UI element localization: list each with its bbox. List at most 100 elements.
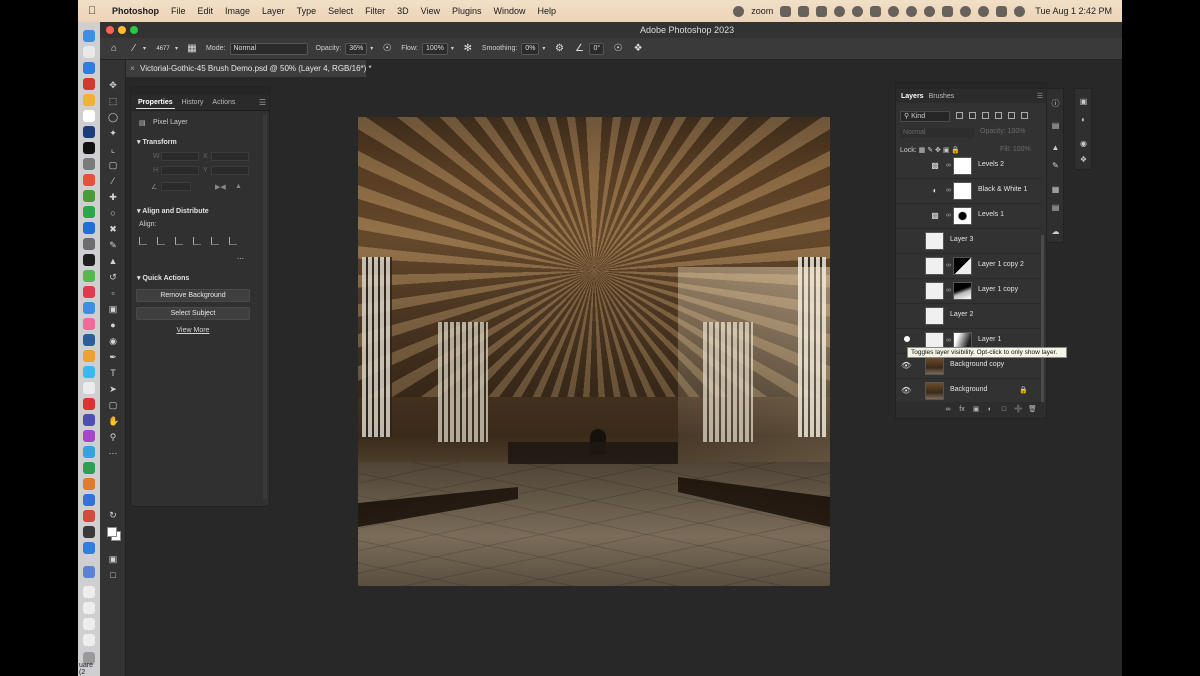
app-icon-red-3[interactable] — [83, 510, 95, 522]
path-selection-tool-icon[interactable]: ➤ — [108, 384, 118, 394]
layer-name[interactable]: Background copy — [950, 361, 1004, 368]
layer-thumbnail[interactable] — [925, 382, 944, 400]
filter-toggle-icon[interactable] — [1021, 112, 1028, 119]
app-icon-indigo[interactable] — [83, 414, 95, 426]
type-tool-icon[interactable]: T — [108, 368, 118, 378]
paths-icon[interactable]: ❖ — [1079, 155, 1088, 164]
document-canvas-image[interactable] — [358, 117, 830, 586]
spotlight-search-icon[interactable] — [978, 5, 990, 17]
photoshop-icon[interactable] — [83, 126, 95, 138]
menu-image[interactable]: Image — [225, 6, 250, 16]
terminal-icon[interactable] — [83, 142, 95, 154]
info-icon[interactable]: ⓘ — [1051, 99, 1060, 108]
bluetooth-icon[interactable] — [870, 5, 882, 17]
app-icon-red-2[interactable] — [83, 398, 95, 410]
app-icon-gray[interactable] — [83, 158, 95, 170]
facetime-icon[interactable] — [83, 206, 95, 218]
cloud-panel-icon[interactable]: ☁ — [1051, 227, 1060, 236]
status-icon[interactable] — [852, 5, 864, 17]
menu-file[interactable]: File — [171, 6, 186, 16]
screen-mode-icon[interactable]: □ — [108, 570, 118, 580]
spot-healing-tool-icon[interactable]: ✚ — [108, 192, 118, 202]
hand-tool-icon[interactable]: ✋ — [108, 416, 119, 426]
foreground-color-swatch[interactable] — [107, 527, 117, 537]
layer-row-layer-1-copy[interactable]: ∞ Layer 1 copy — [896, 278, 1042, 302]
quick-actions-section-title[interactable]: ▾ Quick Actions — [137, 274, 189, 282]
angle-field[interactable]: 0° — [589, 42, 605, 55]
libraries-icon[interactable]: ▣ — [1079, 97, 1088, 106]
select-subject-button[interactable]: Select Subject — [136, 307, 250, 320]
pressure-size-icon[interactable]: ☉ — [612, 43, 624, 55]
app-icon-green[interactable] — [83, 270, 95, 282]
align-right-icon[interactable] — [175, 237, 183, 245]
brush-tool-icon[interactable]: ⁄ — [128, 43, 140, 55]
tool-preset-chevron-down-icon[interactable]: ▾ — [143, 45, 146, 52]
align-bottom-icon[interactable] — [229, 237, 237, 245]
battery-icon[interactable] — [942, 5, 954, 17]
align-center-icon[interactable] — [157, 237, 165, 245]
app-icon-orange[interactable] — [83, 174, 95, 186]
layer-name[interactable]: Background — [950, 386, 987, 393]
pressure-opacity-icon[interactable]: ☉ — [381, 43, 393, 55]
app-icon-folder[interactable] — [83, 566, 95, 578]
smoothing-field[interactable]: 0% — [521, 42, 540, 55]
creative-cloud-icon[interactable] — [834, 5, 846, 17]
layer-name[interactable]: Black & White 1 — [978, 186, 1027, 193]
pages-icon[interactable] — [83, 478, 95, 490]
quick-select-tool-icon[interactable]: ✦ — [108, 128, 118, 138]
adjustments-icon[interactable]: ◐ — [1079, 115, 1088, 124]
notes-icon[interactable] — [83, 350, 95, 362]
visibility-eye-icon[interactable]: 👁 — [901, 361, 911, 371]
notes-icon[interactable]: ▤ — [1051, 203, 1060, 212]
clone-source-icon[interactable]: ▲ — [1051, 143, 1060, 152]
app-icon-dark[interactable] — [83, 254, 95, 266]
move-tool-icon[interactable]: ✥ — [108, 80, 118, 90]
notification-icon[interactable] — [780, 5, 792, 17]
shape-tool-icon[interactable]: ▢ — [108, 400, 118, 410]
flow-field[interactable]: 100% — [421, 42, 448, 55]
zoom-app-icon[interactable] — [83, 542, 95, 554]
menubar-clock[interactable]: Tue Aug 1 2:42 PM — [1035, 6, 1112, 16]
height-field[interactable] — [161, 166, 199, 175]
view-more-link[interactable]: View More — [131, 327, 255, 334]
dodge-tool-icon[interactable]: ◉ — [108, 336, 118, 346]
pen-tool-icon[interactable]: ✒ — [108, 352, 118, 362]
quick-mask-icon[interactable]: ▣ — [108, 554, 118, 564]
smoothing-gear-icon[interactable]: ⚙ — [553, 43, 565, 55]
app-icon-blue[interactable] — [83, 446, 95, 458]
menu-window[interactable]: Window — [494, 6, 526, 16]
layers-menu-icon[interactable]: ☰ — [1037, 92, 1043, 100]
frame-tool-icon[interactable]: ▢ — [108, 160, 118, 170]
screen-mirror-icon[interactable] — [798, 5, 810, 17]
layer-fill[interactable]: Fill: 100% — [1000, 146, 1031, 153]
brush-settings-panel-icon[interactable]: ✎ — [1051, 161, 1060, 170]
group-folder-icon[interactable]: □ — [1000, 406, 1008, 414]
document-icon-3[interactable] — [83, 618, 95, 630]
layer-mask-thumbnail[interactable] — [953, 182, 972, 200]
remove-background-button[interactable]: Remove Background — [136, 289, 250, 302]
layer-row-background[interactable]: 👁 Background 🔒 — [896, 378, 1042, 402]
link-icon[interactable]: ∞ — [946, 337, 951, 344]
menu-help[interactable]: Help — [538, 6, 557, 16]
more-options-icon[interactable]: ⋯ — [237, 255, 244, 263]
layer-thumbnail[interactable] — [925, 307, 944, 325]
adjustment-layer-icon[interactable]: ◐ — [986, 406, 994, 414]
layer-thumbnail[interactable] — [925, 257, 944, 275]
tab-properties[interactable]: Properties — [136, 97, 175, 109]
glyphs-icon[interactable]: ▦ — [1051, 185, 1060, 194]
link-icon[interactable]: ∞ — [946, 287, 951, 294]
zoom-tool-icon[interactable]: ⚲ — [108, 432, 118, 442]
menu-select[interactable]: Select — [328, 6, 353, 16]
brush-tool-icon[interactable]: ✎ — [108, 240, 118, 250]
menu-plugins[interactable]: Plugins — [452, 6, 482, 16]
safari-icon[interactable] — [83, 62, 95, 74]
mode-select[interactable]: Normal — [229, 42, 308, 55]
brush-size-preset[interactable]: 4677 — [154, 43, 172, 55]
layer-row-levels-2[interactable]: ▩ ∞ Levels 2 — [896, 157, 1042, 177]
align-middle-icon[interactable] — [211, 237, 219, 245]
menu-view[interactable]: View — [421, 6, 440, 16]
menu-app-name[interactable]: Photoshop — [112, 6, 159, 16]
filter-shape-icon[interactable] — [995, 112, 1002, 119]
blur-tool-icon[interactable]: ● — [108, 320, 118, 330]
record-icon[interactable] — [733, 5, 745, 17]
